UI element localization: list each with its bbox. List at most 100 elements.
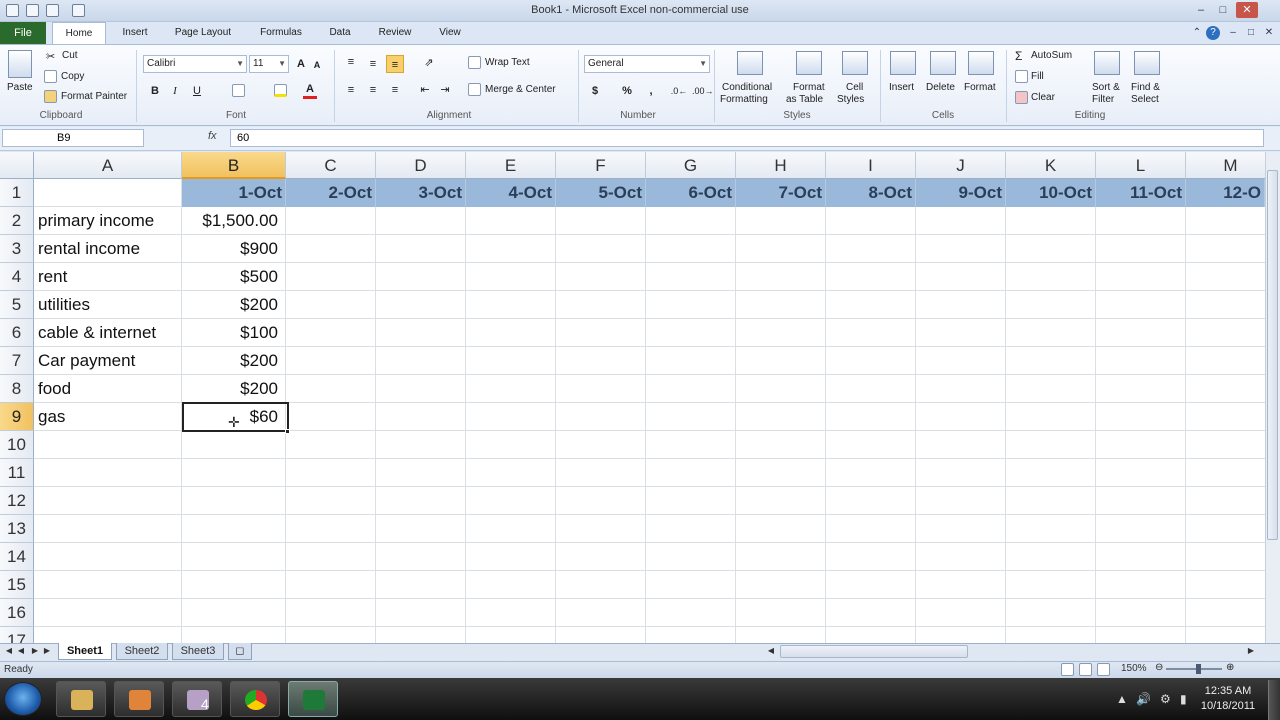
- tab-formulas[interactable]: Formulas: [252, 22, 310, 44]
- format-cells-icon[interactable]: [968, 51, 994, 75]
- date-header-cell[interactable]: 12-O: [1186, 179, 1265, 207]
- date-header-cell[interactable]: 1-Oct: [182, 179, 286, 207]
- row-header-12[interactable]: 12: [0, 487, 34, 515]
- undo-icon[interactable]: [46, 4, 59, 17]
- comma-format-button[interactable]: ,: [644, 82, 658, 100]
- signal-icon[interactable]: ▮: [1180, 692, 1187, 706]
- column-header-m[interactable]: M: [1186, 152, 1265, 179]
- item-value-cell[interactable]: $500: [184, 263, 287, 291]
- format-as-table-label-1[interactable]: Format: [793, 82, 825, 93]
- item-value-cell[interactable]: $900: [184, 235, 287, 263]
- currency-format-button[interactable]: $: [588, 82, 602, 100]
- item-value-cell[interactable]: $200: [184, 347, 287, 375]
- item-label-cell[interactable]: cable & internet: [35, 319, 183, 347]
- sheet-tab-sheet2[interactable]: Sheet2: [116, 643, 168, 660]
- date-header-cell[interactable]: 9-Oct: [916, 179, 1006, 207]
- row-header-6[interactable]: 6: [0, 319, 34, 347]
- percent-format-button[interactable]: %: [620, 82, 634, 100]
- row-header-13[interactable]: 13: [0, 515, 34, 543]
- spreadsheet-grid[interactable]: ABCDEFGHIJKLM 1 2 3 4 5 6 7 8 9 10 11 12 13 14 15 16 17 …: [0, 152, 1265, 643]
- cell-styles-label-1[interactable]: Cell: [846, 82, 863, 93]
- paste-icon[interactable]: [8, 50, 32, 78]
- item-label-cell[interactable]: primary income: [35, 207, 183, 235]
- align-right-icon[interactable]: ≡: [388, 81, 402, 99]
- horizontal-scroll-thumb[interactable]: [780, 645, 968, 658]
- row-header-17[interactable]: 17: [0, 627, 34, 643]
- restore-window-icon[interactable]: –: [1226, 26, 1240, 40]
- underline-button[interactable]: U: [190, 82, 204, 100]
- column-header-l[interactable]: L: [1096, 152, 1186, 179]
- cut-icon[interactable]: ✂: [46, 50, 55, 63]
- delete-cells-icon[interactable]: [930, 51, 956, 75]
- column-header-c[interactable]: C: [286, 152, 376, 179]
- autosum-icon[interactable]: Σ: [1015, 49, 1022, 63]
- date-header-cell[interactable]: 2-Oct: [286, 179, 376, 207]
- cell-styles-label-2[interactable]: Styles: [837, 94, 864, 105]
- align-left-icon[interactable]: ≡: [344, 81, 358, 99]
- row-header-8[interactable]: 8: [0, 375, 34, 403]
- insert-cells-icon[interactable]: [890, 51, 916, 75]
- minimize-ribbon-icon[interactable]: ⌃: [1190, 26, 1204, 40]
- taskbar-chrome[interactable]: [230, 681, 280, 717]
- row-header-7[interactable]: 7: [0, 347, 34, 375]
- font-name-select[interactable]: Calibri ▼: [143, 55, 247, 73]
- conditional-formatting-icon[interactable]: [737, 51, 763, 75]
- delete-cells-button[interactable]: Delete: [926, 82, 955, 93]
- formula-input[interactable]: 60: [230, 129, 1264, 147]
- number-format-select[interactable]: General ▼: [584, 55, 710, 73]
- decrease-indent-icon[interactable]: ⇤: [418, 81, 432, 99]
- zoom-slider-thumb[interactable]: [1196, 664, 1201, 674]
- clear-icon[interactable]: [1015, 91, 1028, 104]
- tab-home[interactable]: Home: [52, 22, 106, 44]
- row-header-11[interactable]: 11: [0, 459, 34, 487]
- tab-data[interactable]: Data: [322, 22, 358, 44]
- align-middle-icon[interactable]: ≡: [366, 55, 380, 73]
- fill-icon[interactable]: [1015, 70, 1028, 83]
- column-header-h[interactable]: H: [736, 152, 826, 179]
- date-header-cell[interactable]: 4-Oct: [466, 179, 556, 207]
- column-header-j[interactable]: J: [916, 152, 1006, 179]
- date-header-cell[interactable]: 7-Oct: [736, 179, 826, 207]
- shrink-font-icon[interactable]: A: [310, 56, 324, 74]
- date-header-cell[interactable]: 11-Oct: [1096, 179, 1186, 207]
- network-icon[interactable]: ⚙: [1160, 692, 1171, 706]
- insert-function-button[interactable]: fx: [208, 130, 217, 142]
- date-header-cell[interactable]: 8-Oct: [826, 179, 916, 207]
- scroll-right-icon[interactable]: ▶: [1246, 645, 1256, 657]
- orientation-icon[interactable]: ⇗: [418, 54, 440, 72]
- row-header-5[interactable]: 5: [0, 291, 34, 319]
- item-value-cell[interactable]: $100: [184, 319, 287, 347]
- autosum-button[interactable]: AutoSum: [1031, 50, 1072, 61]
- first-sheet-icon[interactable]: ◀: [4, 645, 14, 657]
- increase-decimal-icon[interactable]: .0←: [670, 82, 688, 100]
- normal-view-icon[interactable]: [1061, 663, 1074, 676]
- item-label-cell[interactable]: rental income: [35, 235, 183, 263]
- zoom-slider[interactable]: [1166, 668, 1222, 670]
- column-header-g[interactable]: G: [646, 152, 736, 179]
- fill-button[interactable]: Fill: [1031, 71, 1044, 82]
- item-label-cell[interactable]: Car payment: [35, 347, 183, 375]
- prev-sheet-icon[interactable]: ◀: [16, 645, 26, 657]
- grow-font-icon[interactable]: A: [294, 55, 308, 73]
- paste-button[interactable]: Paste: [7, 82, 33, 93]
- row-header-15[interactable]: 15: [0, 571, 34, 599]
- next-sheet-icon[interactable]: ▶: [30, 645, 40, 657]
- sort-filter-icon[interactable]: [1094, 51, 1120, 75]
- format-cells-button[interactable]: Format: [964, 82, 996, 93]
- fill-color-icon[interactable]: [274, 84, 287, 97]
- last-sheet-icon[interactable]: ▶: [42, 645, 52, 657]
- align-center-icon[interactable]: ≡: [366, 81, 380, 99]
- item-value-cell[interactable]: $200: [184, 375, 287, 403]
- tab-insert[interactable]: Insert: [114, 22, 156, 44]
- column-header-a[interactable]: A: [34, 152, 182, 179]
- row-header-14[interactable]: 14: [0, 543, 34, 571]
- date-header-cell[interactable]: 10-Oct: [1006, 179, 1096, 207]
- taskbar-clock[interactable]: 12:35 AM 10/18/2011: [1196, 684, 1260, 714]
- column-header-f[interactable]: F: [556, 152, 646, 179]
- find-select-label-1[interactable]: Find &: [1131, 82, 1160, 93]
- tab-review[interactable]: Review: [370, 22, 420, 44]
- font-size-select[interactable]: 11 ▼: [249, 55, 289, 73]
- align-bottom-icon[interactable]: ≡: [386, 55, 404, 73]
- column-header-b[interactable]: B: [182, 152, 286, 179]
- start-button-icon[interactable]: [4, 682, 42, 716]
